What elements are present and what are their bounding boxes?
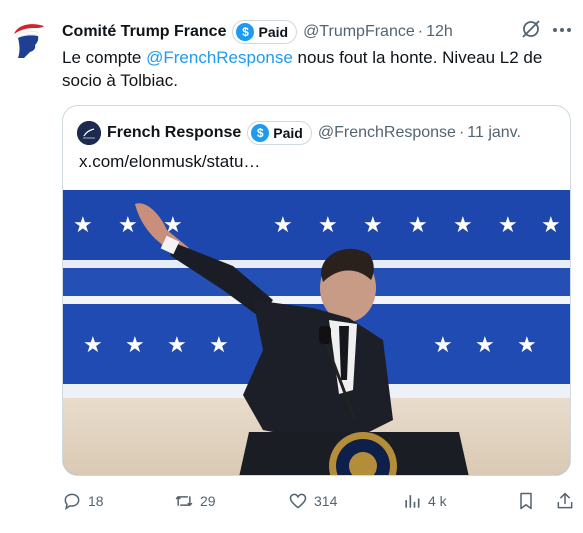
like-count: 314 — [314, 493, 338, 509]
quote-date[interactable]: 11 janv. — [467, 124, 521, 142]
grok-icon[interactable] — [520, 18, 542, 40]
quoted-tweet[interactable]: French Response $ Paid @FrenchResponse ·… — [62, 105, 571, 476]
mention-link[interactable]: @FrenchResponse — [146, 48, 293, 67]
svg-text:★: ★ — [517, 333, 537, 358]
svg-text:★: ★ — [475, 333, 495, 358]
svg-text:★: ★ — [167, 333, 187, 358]
paid-badge-label: Paid — [258, 24, 289, 40]
tweet-header: Comité Trump France $ Paid @TrumpFrance … — [62, 20, 543, 44]
svg-text:★: ★ — [433, 333, 453, 358]
svg-text:★: ★ — [83, 333, 103, 358]
svg-text:★: ★ — [363, 213, 383, 238]
retweet-count: 29 — [200, 493, 216, 509]
svg-text:★: ★ — [209, 333, 229, 358]
quoted-photo[interactable]: ★ ★ ★ ★ ★ ★ ★ ★ ★ ★ ★ ★ ★ ★ ★ ★ ★ — [63, 190, 570, 476]
separator-dot: · — [417, 23, 424, 40]
dollar-coin-icon: $ — [236, 23, 255, 41]
dollar-coin-icon: $ — [251, 124, 270, 142]
heart-icon — [289, 493, 307, 509]
quote-author-avatar[interactable] — [77, 121, 101, 145]
quote-header: French Response $ Paid @FrenchResponse ·… — [77, 120, 560, 146]
svg-text:★: ★ — [273, 213, 293, 238]
bookmark-icon — [520, 492, 532, 510]
reply-button[interactable]: 18 — [62, 488, 104, 514]
share-icon — [557, 492, 573, 509]
svg-text:★: ★ — [408, 213, 428, 238]
quote-author-display-name[interactable]: French Response — [107, 124, 241, 142]
quote-author-handle[interactable]: @FrenchResponse — [318, 124, 456, 142]
author-avatar[interactable] — [8, 16, 52, 60]
tweet-actions: 18 29 314 4 k — [62, 488, 577, 514]
quote-link-text[interactable]: x.com/elonmusk/statu… — [79, 152, 260, 172]
reply-icon — [64, 493, 80, 511]
tweet-text: Le compte @FrenchResponse nous fout la h… — [62, 46, 562, 92]
quote-paid-badge[interactable]: $ Paid — [247, 121, 312, 145]
svg-text:★: ★ — [73, 213, 93, 238]
svg-text:★: ★ — [498, 213, 518, 238]
separator-dot: · — [458, 124, 465, 141]
author-handle[interactable]: @TrumpFrance — [303, 23, 415, 41]
analytics-icon — [405, 495, 420, 508]
more-options-icon[interactable] — [550, 18, 574, 42]
retweet-icon — [175, 496, 193, 506]
tweet-timestamp[interactable]: 12h — [426, 23, 453, 41]
views-button[interactable]: 4 k — [402, 488, 447, 514]
svg-text:★: ★ — [318, 213, 338, 238]
bookmark-button[interactable] — [516, 488, 542, 514]
svg-text:★: ★ — [118, 213, 138, 238]
svg-text:★: ★ — [541, 213, 561, 238]
view-count: 4 k — [428, 493, 447, 509]
author-display-name[interactable]: Comité Trump France — [62, 23, 226, 41]
svg-text:★: ★ — [125, 333, 145, 358]
tweet-card[interactable]: Comité Trump France $ Paid @TrumpFrance … — [0, 0, 583, 533]
retweet-button[interactable]: 29 — [174, 488, 216, 514]
french-response-logo-icon — [77, 121, 101, 145]
like-button[interactable]: 314 — [288, 488, 337, 514]
share-button[interactable] — [555, 488, 581, 514]
tweet-text-before: Le compte — [62, 48, 147, 67]
quote-paid-badge-label: Paid — [273, 125, 303, 141]
reply-count: 18 — [88, 493, 104, 509]
paid-badge[interactable]: $ Paid — [232, 20, 298, 44]
svg-text:★: ★ — [453, 213, 473, 238]
